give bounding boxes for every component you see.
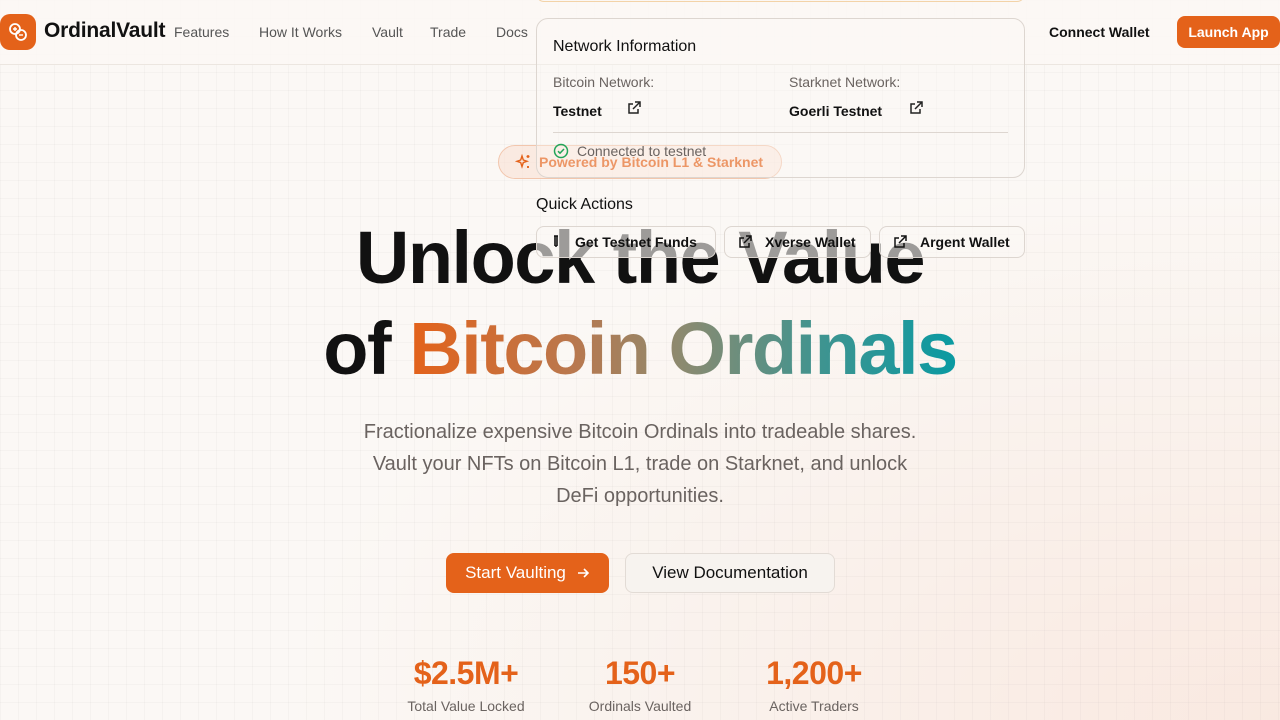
bitcoin-network-label: Bitcoin Network: (553, 74, 655, 90)
sparkle-icon (515, 154, 531, 170)
network-info-panel: Network Information Bitcoin Network: Tes… (536, 18, 1025, 178)
connection-status-label: Connected to testnet (577, 143, 707, 159)
external-link-icon[interactable] (626, 100, 642, 116)
external-link-icon[interactable] (908, 100, 924, 116)
start-vaulting-button[interactable]: Start Vaulting (446, 553, 609, 593)
stat-label-ordinals: Ordinals Vaulted (588, 698, 692, 714)
stat-value-tvl: $2.5M+ (413, 655, 519, 691)
divider (553, 132, 1008, 133)
starknet-network-value: Goerli Testnet (789, 103, 883, 119)
hero-title-prefix: of (323, 307, 391, 390)
external-link-icon (892, 234, 908, 250)
popup-top-edge (536, 0, 1025, 2)
nav-link-features[interactable]: Features (174, 24, 229, 40)
hero-subtitle-line-1: Fractionalize expensive Bitcoin Ordinals… (363, 421, 917, 443)
hero-title-line-2: of Bitcoin Ordinals (0, 312, 1280, 386)
bitcoin-network-value: Testnet (553, 103, 602, 119)
hero-title-highlight: Bitcoin Ordinals (409, 307, 958, 390)
faucet-icon (549, 234, 563, 250)
nav-link-trade[interactable]: Trade (430, 24, 466, 40)
brand-name[interactable]: OrdinalVault (44, 19, 165, 43)
nav-link-docs[interactable]: Docs (496, 24, 528, 40)
network-info-title: Network Information (553, 38, 697, 55)
argent-wallet-label: Argent Wallet (920, 234, 1010, 250)
stat-label-tvl: Total Value Locked (407, 698, 525, 714)
connect-wallet-button[interactable]: Connect Wallet (1049, 24, 1150, 40)
starknet-network-label: Starknet Network: (789, 74, 901, 90)
start-vaulting-label: Start Vaulting (465, 563, 566, 582)
arrow-right-icon (576, 566, 590, 580)
connection-status: Connected to testnet (553, 143, 706, 159)
xverse-wallet-button[interactable]: Xverse Wallet (724, 226, 871, 258)
xverse-wallet-label: Xverse Wallet (765, 234, 856, 250)
hero-subtitle-line-3: DeFi opportunities. (556, 485, 724, 507)
get-testnet-funds-label: Get Testnet Funds (575, 234, 697, 250)
view-documentation-button[interactable]: View Documentation (625, 553, 835, 593)
argent-wallet-button[interactable]: Argent Wallet (879, 226, 1025, 258)
external-link-icon (737, 234, 753, 250)
stat-value-traders: 1,200+ (766, 655, 862, 691)
check-circle-icon (553, 143, 569, 159)
nav-link-how-it-works[interactable]: How It Works (259, 24, 342, 40)
logo-icon[interactable] (0, 14, 36, 50)
get-testnet-funds-button[interactable]: Get Testnet Funds (536, 226, 716, 258)
stat-value-ordinals: 150+ (604, 655, 676, 691)
launch-app-button[interactable]: Launch App (1177, 16, 1280, 48)
stat-label-traders: Active Traders (769, 698, 859, 714)
quick-actions-title: Quick Actions (536, 196, 633, 213)
nav-link-vault[interactable]: Vault (372, 24, 403, 40)
hero-subtitle-line-2: Vault your NFTs on Bitcoin L1, trade on … (372, 453, 908, 475)
